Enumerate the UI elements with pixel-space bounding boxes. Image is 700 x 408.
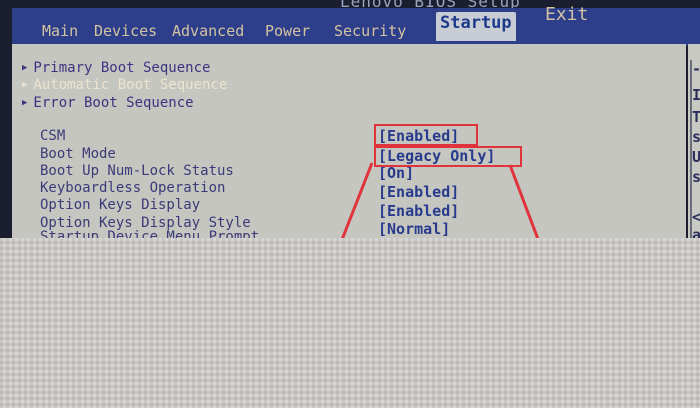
help-glyph: U	[692, 148, 700, 166]
help-glyph: <	[692, 208, 700, 226]
bios-title: Lenovo BIOS Setup	[340, 0, 521, 11]
csm-highlight-box	[374, 124, 478, 146]
tab-startup[interactable]: Startup	[436, 12, 516, 41]
menu-bar: Main Devices Advanced Power Security Sta…	[12, 4, 700, 46]
submenu-arrow-icon: ▶	[22, 98, 28, 108]
option-keys-display-value[interactable]: [Enabled]	[378, 202, 459, 220]
setting-label-option-keys-display: Option Keys Display	[40, 197, 201, 213]
bios-screen: Lenovo BIOS Setup Main Devices Advanced …	[0, 0, 700, 255]
tab-exit[interactable]: Exit	[545, 4, 588, 25]
help-glyph: s	[692, 128, 700, 146]
settings-panel: ▶ Primary Boot Sequence ▶ Automatic Boot S…	[12, 44, 686, 255]
menu-item-primary-boot-sequence[interactable]: ▶ Primary Boot Sequence	[22, 60, 210, 76]
tab-power[interactable]: Power	[265, 22, 310, 40]
menu-item-error-boot-sequence[interactable]: ▶ Error Boot Sequence	[22, 95, 194, 111]
setting-label-num-lock: Boot Up Num-Lock Status	[40, 163, 234, 179]
option-keys-style-value[interactable]: [Normal]	[378, 220, 450, 238]
help-glyph: s	[692, 168, 700, 186]
setting-label-keyboardless: Keyboardless Operation	[40, 180, 226, 196]
boot-mode-highlight-box	[374, 146, 522, 167]
submenu-arrow-icon: ▶	[22, 80, 28, 90]
help-glyph: T	[692, 108, 700, 126]
submenu-arrow-icon: ▶	[22, 63, 28, 73]
pixelated-overlay	[0, 238, 700, 408]
keyboardless-value[interactable]: [Enabled]	[378, 183, 459, 201]
tab-devices[interactable]: Devices	[94, 22, 157, 40]
menu-item-label: Automatic Boot Sequence	[33, 77, 228, 93]
setting-label-boot-mode: Boot Mode	[40, 146, 116, 162]
menu-item-label: Error Boot Sequence	[33, 95, 194, 111]
tab-main[interactable]: Main	[42, 22, 78, 40]
help-glyph: I	[692, 86, 700, 104]
menu-item-automatic-boot-sequence[interactable]: ▶ Automatic Boot Sequence	[22, 77, 227, 93]
tab-advanced[interactable]: Advanced	[172, 22, 244, 40]
tab-security[interactable]: Security	[334, 22, 406, 40]
menu-item-label: Primary Boot Sequence	[33, 60, 211, 76]
help-glyph: -	[692, 60, 700, 78]
setting-label-csm: CSM	[40, 128, 66, 144]
